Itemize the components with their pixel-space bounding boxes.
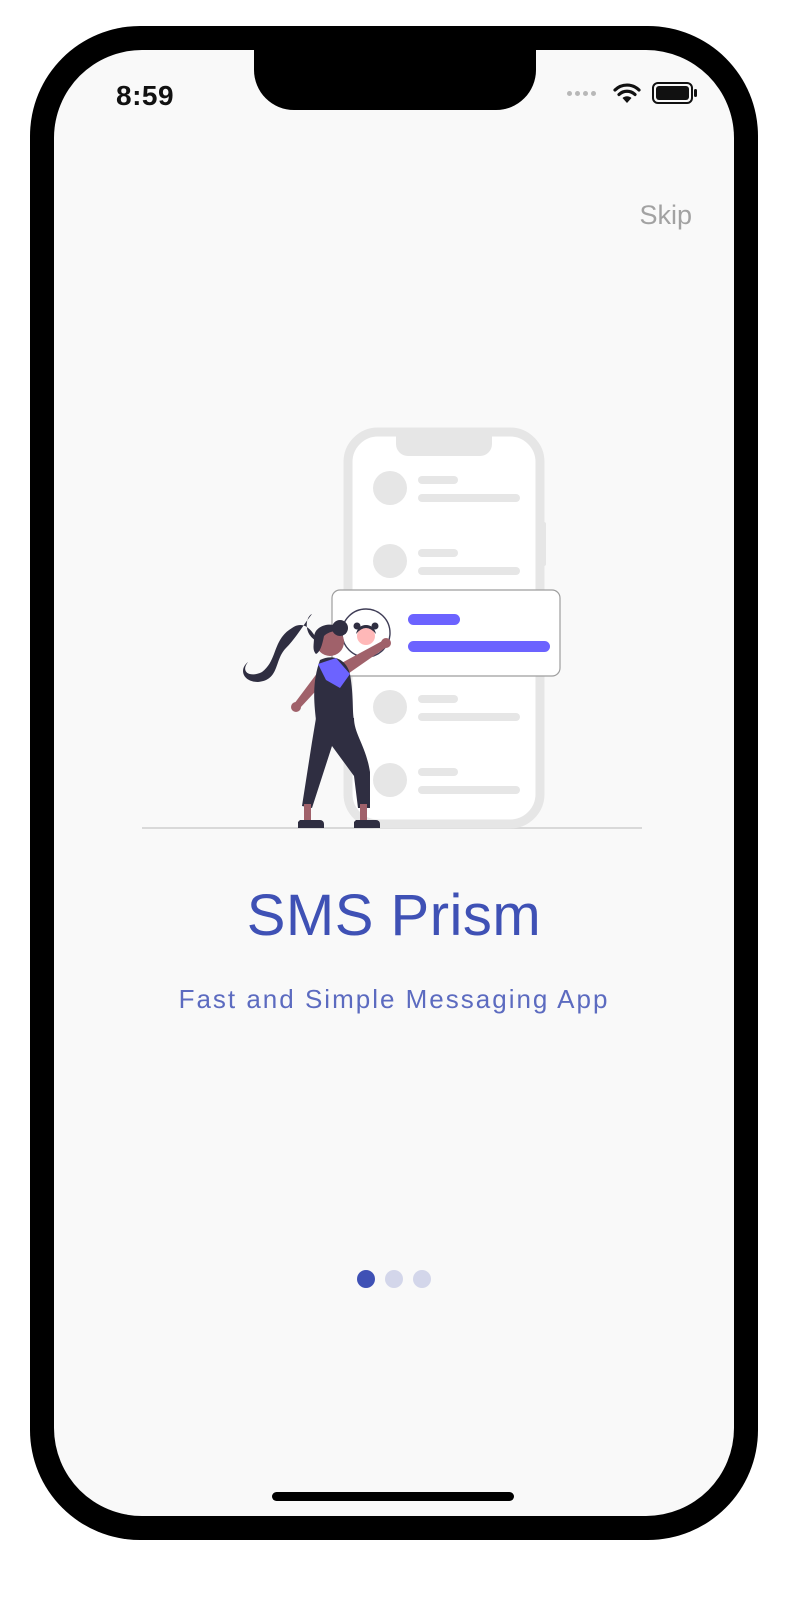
app-screen: 8:59 Skip SMS Prism Fast and Simple Mess… (54, 50, 734, 1516)
skip-button[interactable]: Skip (639, 200, 692, 231)
status-time: 8:59 (116, 80, 175, 111)
app-title: SMS Prism (246, 883, 542, 948)
battery-icon (652, 82, 697, 104)
status-indicators (567, 82, 698, 104)
device-frame: 8:59 Skip SMS Prism Fast and Simple Mess… (30, 26, 758, 1540)
wifi-icon (613, 83, 641, 103)
page-dot-3[interactable] (413, 1270, 431, 1288)
device-notch (254, 50, 536, 110)
page-dot-1[interactable] (357, 1270, 375, 1288)
page-dot-2[interactable] (385, 1270, 403, 1288)
signal-icon (567, 90, 596, 96)
app-subtitle: Fast and Simple Messaging App (178, 984, 610, 1014)
home-indicator[interactable] (272, 1492, 514, 1501)
page-indicator (54, 1270, 734, 1288)
messaging-illustration (142, 427, 642, 829)
